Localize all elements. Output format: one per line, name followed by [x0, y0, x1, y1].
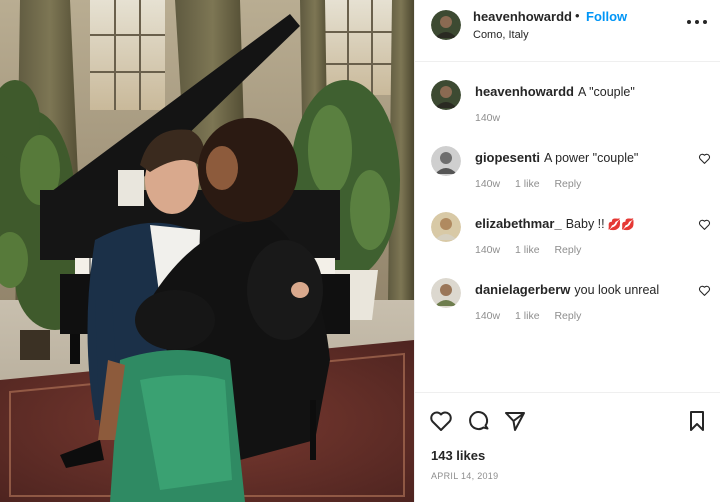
comment-likes[interactable]: 1 like: [515, 310, 540, 322]
more-options-icon[interactable]: [687, 13, 707, 31]
comment-meta: 140w: [475, 112, 512, 124]
commenter-handle[interactable]: danielagerberw: [475, 282, 570, 297]
commenter-handle[interactable]: giopesenti: [475, 150, 540, 165]
comment-time[interactable]: 140w: [475, 112, 500, 124]
post-header: heavenhowardd • Follow Como, Italy: [415, 0, 720, 62]
comment-text: A power "couple": [544, 151, 639, 165]
commenter-avatar[interactable]: [431, 146, 461, 176]
comment-time[interactable]: 140w: [475, 244, 500, 256]
post-actions: 143 likes APRIL 14, 2019: [415, 392, 720, 502]
follow-button[interactable]: Follow: [586, 9, 627, 24]
comment-time[interactable]: 140w: [475, 178, 500, 190]
share-icon[interactable]: [503, 409, 527, 433]
more-dot: [687, 20, 691, 24]
comment-line: heavenhowardd A "couple": [475, 84, 635, 99]
comment-meta: 140w 1 like Reply: [475, 244, 593, 256]
comment-meta: 140w 1 like Reply: [475, 310, 593, 322]
comment-text: A "couple": [577, 85, 635, 99]
commenter-handle[interactable]: heavenhowardd: [475, 84, 574, 99]
post-location[interactable]: Como, Italy: [473, 29, 529, 41]
comment-item: giopesenti A power "couple" 140w 1 like R…: [415, 146, 720, 206]
comment-line: giopesenti A power "couple": [475, 150, 638, 165]
commenter-avatar[interactable]: [431, 212, 461, 242]
commenter-handle[interactable]: elizabethmar_: [475, 216, 562, 231]
heart-icon[interactable]: [698, 152, 711, 165]
comment-icon[interactable]: [467, 409, 491, 433]
lips-emoji: 💋💋: [607, 219, 636, 231]
commenter-avatar[interactable]: [431, 80, 461, 110]
bookmark-icon[interactable]: [685, 409, 709, 433]
comment-meta: 140w 1 like Reply: [475, 178, 593, 190]
commenter-avatar[interactable]: [431, 278, 461, 308]
heart-icon[interactable]: [429, 409, 453, 433]
comment-likes[interactable]: 1 like: [515, 244, 540, 256]
comment-item: heavenhowardd A "couple" 140w: [415, 80, 720, 140]
reply-button[interactable]: Reply: [554, 310, 581, 322]
comment-line: elizabethmar_ Baby !! 💋💋: [475, 216, 635, 231]
post-photo[interactable]: [0, 0, 414, 502]
separator-dot: •: [575, 8, 580, 23]
heart-icon[interactable]: [698, 218, 711, 231]
author-avatar[interactable]: [431, 10, 461, 40]
post-panel: heavenhowardd • Follow Como, Italy heave…: [414, 0, 720, 502]
comment-time[interactable]: 140w: [475, 310, 500, 322]
comment-text: Baby !!: [565, 217, 605, 231]
comment-item: danielagerberw you look unreal 140w 1 lik…: [415, 278, 720, 338]
reply-button[interactable]: Reply: [554, 178, 581, 190]
heart-icon[interactable]: [698, 284, 711, 297]
more-dot: [695, 20, 699, 24]
more-dot: [703, 20, 707, 24]
comment-text: you look unreal: [574, 283, 660, 297]
post-date: APRIL 14, 2019: [431, 471, 499, 481]
comment-item: elizabethmar_ Baby !! 💋💋 140w 1 like Reply: [415, 212, 720, 272]
reply-button[interactable]: Reply: [554, 244, 581, 256]
comment-line: danielagerberw you look unreal: [475, 282, 659, 297]
author-handle[interactable]: heavenhowardd: [473, 9, 572, 24]
likes-count[interactable]: 143 likes: [431, 448, 485, 463]
post-image: [0, 0, 414, 502]
comment-likes[interactable]: 1 like: [515, 178, 540, 190]
